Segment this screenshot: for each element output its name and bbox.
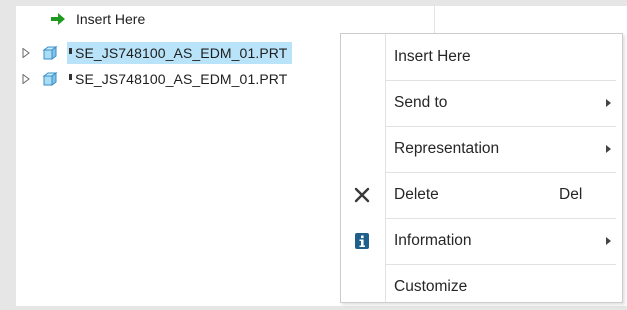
part-cube-icon	[42, 72, 58, 86]
menu-item-insert-here[interactable]: Insert Here	[341, 34, 622, 80]
part-cube-icon	[42, 46, 58, 60]
tree-item-part-2[interactable]: SE_JS748100_AS_EDM_01.PRT	[22, 67, 292, 91]
expand-triangle-icon[interactable]	[22, 48, 30, 58]
insert-here-row[interactable]: Insert Here	[50, 7, 145, 31]
part-label-selected[interactable]: SE_JS748100_AS_EDM_01.PRT	[67, 42, 293, 64]
menu-item-information[interactable]: Information	[341, 218, 622, 264]
info-icon	[355, 233, 369, 249]
expand-triangle-icon[interactable]	[22, 74, 30, 84]
part-label[interactable]: SE_JS748100_AS_EDM_01.PRT	[67, 68, 292, 90]
menu-item-label: Information	[394, 232, 472, 249]
submenu-arrow-icon	[606, 145, 611, 153]
insert-arrow-icon	[51, 13, 65, 25]
delete-x-icon	[354, 187, 370, 203]
part-name: SE_JS748100_AS_EDM_01.PRT	[75, 45, 288, 61]
menu-item-label: Delete	[394, 186, 439, 203]
menu-item-label: Customize	[394, 278, 468, 295]
submenu-arrow-icon	[606, 237, 611, 245]
menu-item-send-to[interactable]: Send to	[341, 80, 622, 126]
status-marker	[69, 48, 72, 54]
menu-item-label: Insert Here	[394, 48, 471, 65]
part-name: SE_JS748100_AS_EDM_01.PRT	[75, 71, 288, 87]
insert-here-label: Insert Here	[76, 11, 146, 27]
column-divider	[434, 6, 435, 36]
submenu-arrow-icon	[606, 99, 611, 107]
menu-item-representation[interactable]: Representation	[341, 126, 622, 172]
menu-item-label: Representation	[394, 140, 500, 157]
status-marker	[69, 74, 72, 80]
menu-item-shortcut: Del	[559, 186, 583, 203]
menu-item-customize[interactable]: Customize	[341, 264, 622, 310]
context-menu: Insert Here Send to Representation Delet…	[340, 33, 623, 303]
menu-item-label: Send to	[394, 94, 448, 111]
tree-item-part-1[interactable]: SE_JS748100_AS_EDM_01.PRT	[22, 41, 293, 65]
menu-item-delete[interactable]: Delete Del	[341, 172, 622, 218]
